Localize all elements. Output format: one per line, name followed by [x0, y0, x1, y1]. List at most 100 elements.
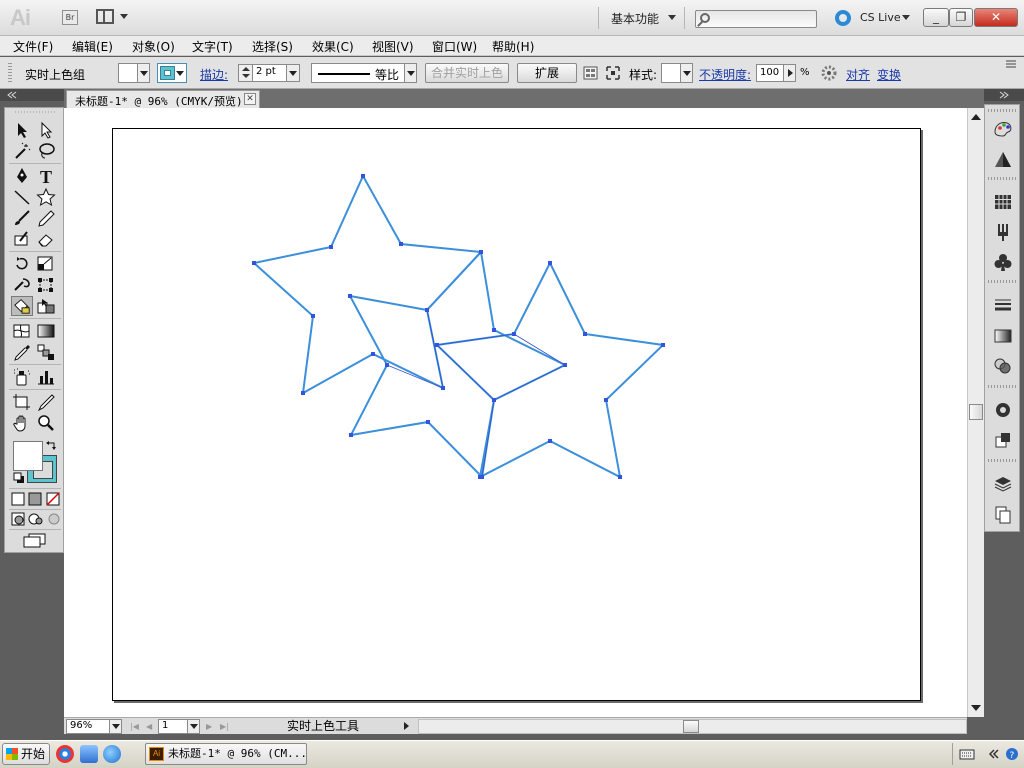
artboard-tool[interactable] — [11, 392, 33, 412]
last-artboard-icon[interactable]: ▶| — [220, 722, 229, 731]
chevron-right-icon[interactable] — [404, 722, 409, 730]
scroll-up-icon[interactable] — [970, 111, 982, 123]
help-icon[interactable]: ? — [1005, 747, 1019, 761]
stepper-icon[interactable] — [239, 65, 253, 81]
minimize-button[interactable]: _ — [923, 8, 949, 27]
lasso-tool[interactable] — [35, 141, 57, 161]
panel-menu-icon[interactable] — [1004, 59, 1018, 71]
menu-edit[interactable]: 编辑(E) — [72, 38, 113, 55]
chevron-right-icon[interactable] — [783, 65, 795, 81]
gap-options-icon[interactable] — [583, 65, 599, 81]
chevron-down-icon[interactable] — [668, 15, 676, 20]
magic-wand-tool[interactable] — [11, 141, 33, 161]
menu-object[interactable]: 对象(O) — [132, 38, 175, 55]
menu-window[interactable]: 窗口(W) — [432, 38, 477, 55]
chevron-down-icon[interactable] — [187, 720, 199, 733]
close-tab-icon[interactable]: ✕ — [244, 93, 256, 105]
menu-file[interactable]: 文件(F) — [13, 38, 53, 55]
screen-mode-icon[interactable] — [22, 532, 48, 548]
chevron-down-icon[interactable] — [902, 15, 910, 20]
select-similar-icon[interactable] — [605, 65, 621, 81]
line-segment-tool[interactable] — [11, 187, 33, 207]
vertical-scroll-thumb[interactable] — [969, 404, 983, 420]
live-paint-selection-tool[interactable] — [35, 296, 57, 316]
dock-header[interactable] — [984, 89, 1024, 101]
recolor-artwork-icon[interactable] — [821, 65, 837, 81]
mesh-tool[interactable] — [11, 321, 33, 341]
internet-explorer-icon[interactable] — [103, 745, 121, 763]
layers-panel-icon[interactable] — [992, 473, 1014, 495]
canvas-area[interactable] — [64, 108, 967, 717]
keyboard-icon[interactable] — [959, 747, 975, 761]
live-paint-group-artwork[interactable] — [64, 108, 967, 717]
previous-artboard-icon[interactable]: ◀ — [146, 722, 152, 731]
arrange-documents-button[interactable] — [96, 9, 130, 26]
slice-tool[interactable] — [35, 392, 57, 412]
pencil-tool[interactable] — [35, 208, 57, 228]
blob-brush-tool[interactable] — [11, 229, 33, 249]
drawing-mode-buttons[interactable] — [10, 512, 62, 526]
swap-fill-stroke-icon[interactable] — [45, 439, 59, 451]
expand-button[interactable]: 扩展 — [517, 63, 577, 83]
live-paint-bucket-tool[interactable] — [11, 296, 33, 316]
next-artboard-icon[interactable]: ▶ — [206, 722, 212, 731]
scroll-down-icon[interactable] — [970, 702, 982, 714]
transform-panel-link[interactable]: 变换 — [877, 66, 901, 83]
opacity-panel-link[interactable]: 不透明度: — [699, 66, 751, 83]
symbols-panel-icon[interactable] — [992, 251, 1014, 273]
horizontal-scroll-thumb[interactable] — [683, 720, 699, 733]
quick-launch-icon[interactable] — [80, 745, 98, 763]
hand-tool[interactable] — [11, 413, 33, 433]
variable-width-profile-dropdown[interactable]: 等比 — [311, 63, 417, 83]
symbol-sprayer-tool[interactable] — [11, 367, 33, 387]
warp-tool[interactable] — [11, 275, 33, 295]
collapse-panel-icon[interactable] — [6, 91, 18, 99]
workspace-switcher[interactable]: 基本功能 — [611, 10, 659, 27]
selection-tool[interactable] — [11, 120, 33, 140]
swatches-panel-icon[interactable] — [992, 191, 1014, 213]
document-tab[interactable]: 未标题-1* @ 96% (CMYK/预览) ✕ — [66, 90, 260, 108]
color-panel-icon[interactable] — [992, 118, 1014, 140]
menu-type[interactable]: 文字(T) — [192, 38, 233, 55]
paintbrush-tool[interactable] — [11, 208, 33, 228]
chrome-icon[interactable] — [56, 745, 74, 763]
chevron-down-icon[interactable] — [286, 65, 299, 81]
direct-selection-tool[interactable] — [35, 120, 57, 140]
rotate-tool[interactable] — [11, 254, 33, 274]
scale-tool[interactable] — [35, 254, 57, 274]
stroke-panel-icon[interactable] — [992, 295, 1014, 317]
type-tool[interactable]: T — [35, 166, 57, 187]
blend-tool[interactable] — [35, 342, 57, 362]
stroke-weight-field[interactable]: 2 pt — [238, 64, 300, 82]
gradient-panel-icon[interactable] — [992, 325, 1014, 347]
cs-live-icon[interactable] — [835, 10, 851, 26]
fill-color-box[interactable] — [13, 441, 43, 471]
artboard-number-field[interactable]: 1 — [158, 719, 200, 734]
taskbar-illustrator-window[interactable]: Ai 未标题-1* @ 96% (CM... — [145, 743, 307, 765]
close-button[interactable]: ✕ — [974, 8, 1018, 27]
bridge-button[interactable]: Br — [62, 10, 78, 25]
column-graph-tool[interactable] — [35, 367, 57, 387]
first-artboard-icon[interactable]: |◀ — [130, 722, 139, 731]
fill-color-dropdown[interactable] — [118, 63, 150, 83]
graphic-styles-panel-icon[interactable] — [992, 429, 1014, 451]
default-fill-stroke-icon[interactable] — [13, 472, 25, 484]
horizontal-scrollbar[interactable] — [418, 719, 967, 734]
eyedropper-tool[interactable] — [11, 342, 33, 362]
brushes-panel-icon[interactable] — [992, 221, 1014, 243]
artboards-panel-icon[interactable] — [992, 503, 1014, 525]
start-button[interactable]: 开始 — [2, 743, 50, 765]
chevron-down-icon[interactable] — [109, 720, 121, 733]
gradient-tool[interactable] — [35, 321, 57, 341]
color-guide-icon[interactable] — [992, 148, 1014, 170]
cs-live-button[interactable]: CS Live — [860, 11, 901, 24]
star-tool[interactable] — [35, 187, 57, 207]
merge-live-paint-button[interactable]: 合并实时上色 — [425, 63, 509, 83]
tools-panel-header[interactable] — [0, 89, 64, 101]
graphic-style-dropdown[interactable] — [661, 63, 693, 83]
vertical-scrollbar[interactable] — [967, 108, 984, 717]
free-transform-tool[interactable] — [35, 275, 57, 295]
help-search-input[interactable] — [695, 10, 817, 28]
stroke-color-dropdown[interactable] — [157, 63, 187, 83]
panel-grip[interactable] — [8, 63, 12, 83]
